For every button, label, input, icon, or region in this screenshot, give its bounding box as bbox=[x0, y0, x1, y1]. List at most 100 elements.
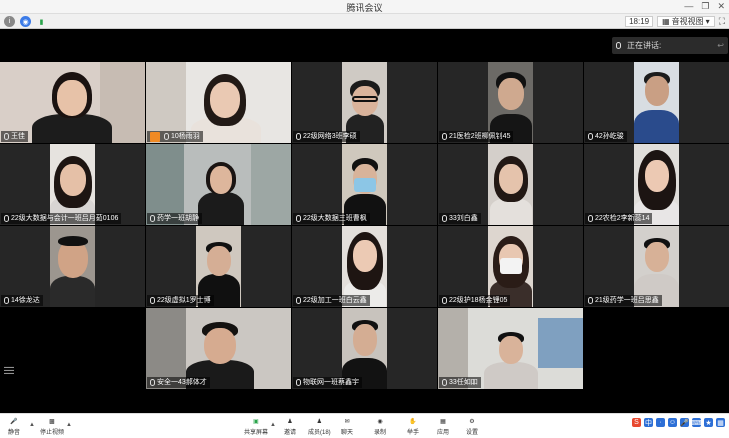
participant-label: 22级虚拟1罗士博 bbox=[147, 295, 214, 306]
info-icon[interactable]: i bbox=[4, 16, 15, 27]
participant-label: 22级大数据三班曹枫 bbox=[293, 213, 370, 224]
participant-name: 21级药学一班吕思鑫 bbox=[595, 297, 659, 304]
share-label: 共享屏幕 bbox=[244, 430, 269, 436]
microphone-icon bbox=[442, 133, 447, 140]
participant-name: 14徐龙达 bbox=[11, 297, 40, 304]
participant-name: 物联网一班蔡鑫宇 bbox=[303, 379, 359, 386]
gear-icon: ⚙ bbox=[469, 419, 475, 425]
participant-label: 21级药学一班吕思鑫 bbox=[585, 295, 662, 306]
skin-icon[interactable]: ★ bbox=[704, 418, 713, 427]
participant-name: 21医检2班柳佩钊45 bbox=[449, 133, 511, 140]
participant-list-icon[interactable]: — — — bbox=[4, 363, 14, 379]
members-button[interactable]: ♟ 成员(18) bbox=[308, 416, 331, 436]
video-tile[interactable]: 22级大数据三班曹枫 bbox=[292, 144, 437, 225]
restore-icon[interactable]: ❐ bbox=[701, 1, 709, 12]
system-tray: S 中 · ☺ 🎤 ⌨ ★ ▦ bbox=[632, 418, 725, 427]
microphone-icon bbox=[442, 215, 447, 222]
video-tile[interactable]: 33任如吅 bbox=[438, 308, 583, 389]
chevron-down-icon: ▾ bbox=[705, 16, 710, 26]
video-tile[interactable]: 21级药学一班吕思鑫 bbox=[584, 226, 729, 307]
video-tile[interactable]: 22级护18杨金锂05 bbox=[438, 226, 583, 307]
video-tile[interactable]: 22级网络3班李硕 bbox=[292, 62, 437, 143]
video-tile[interactable]: 33刘白鑫 bbox=[438, 144, 583, 225]
record-button[interactable]: ◉ 录制 bbox=[374, 416, 386, 436]
video-tile[interactable]: 22农检2李新蕊14 bbox=[584, 144, 729, 225]
participant-label: 安全一43郝体才 bbox=[147, 377, 210, 388]
microphone-icon bbox=[296, 133, 301, 140]
toolbox-icon[interactable]: ▦ bbox=[716, 418, 725, 427]
participant-label: 22级加工一班白云鑫 bbox=[293, 295, 370, 306]
participant-label: 22级护18杨金锂05 bbox=[439, 295, 511, 306]
chat-icon: ✉ bbox=[344, 419, 350, 425]
invite-button[interactable]: ♟ 邀请 bbox=[284, 416, 296, 436]
video-tile[interactable]: 物联网一班蔡鑫宇 bbox=[292, 308, 437, 389]
ime-mode-icon[interactable]: 中 bbox=[644, 418, 653, 427]
view-mode-button[interactable]: ▦ 音视视图 ▾ bbox=[657, 16, 715, 27]
video-label: 停止视频 bbox=[40, 430, 65, 436]
fullscreen-icon[interactable]: ⛶ bbox=[719, 16, 725, 27]
chevron-up-icon[interactable]: ▲ bbox=[29, 422, 35, 428]
voice-input-icon[interactable]: 🎤 bbox=[680, 418, 689, 427]
video-tile[interactable]: 22级虚拟1罗士博 bbox=[146, 226, 291, 307]
shield-icon[interactable]: ◉ bbox=[20, 16, 31, 27]
video-tile[interactable]: 22级加工一班白云鑫 bbox=[292, 226, 437, 307]
chat-label: 聊天 bbox=[341, 430, 354, 436]
video-button[interactable]: ▩ 停止视频 bbox=[40, 416, 64, 436]
mute-button[interactable]: 🎤 静音 bbox=[8, 416, 20, 436]
participant-name: 安全一43郝体才 bbox=[157, 379, 207, 386]
window-controls: — ❐ ✕ bbox=[684, 1, 725, 12]
sogou-ime-icon[interactable]: S bbox=[632, 418, 641, 427]
control-bar: 🎤 静音 ▲ ▩ 停止视频 ▲ ▣ 共享屏幕 ▲ ♟ 邀请 ♟ 成员(18) ✉… bbox=[0, 413, 729, 438]
video-tile[interactable]: 14徐龙达 bbox=[0, 226, 145, 307]
meeting-toolbar: i ◉ ▮ 18:19 ▦ 音视视图 ▾ ⛶ bbox=[0, 14, 729, 29]
record-icon: ◉ bbox=[377, 419, 383, 425]
settings-label: 设置 bbox=[466, 430, 479, 436]
video-tile[interactable]: 10杨雨羽 bbox=[146, 62, 291, 143]
apps-button[interactable]: ▦ 应用 bbox=[437, 416, 449, 436]
settings-button[interactable]: ⚙ 设置 bbox=[466, 416, 478, 436]
video-tile[interactable]: 22级大数据与会计一班吕月茹0106 bbox=[0, 144, 145, 225]
minimize-icon[interactable]: — bbox=[684, 1, 693, 12]
video-tile[interactable]: 王佳 bbox=[0, 62, 145, 143]
video-tile[interactable]: 42孙屹骏 bbox=[584, 62, 729, 143]
participant-label: 14徐龙达 bbox=[1, 295, 43, 306]
hand-icon: ✋ bbox=[409, 419, 417, 425]
video-tile[interactable]: 药学一班胡静 bbox=[146, 144, 291, 225]
microphone-icon bbox=[588, 215, 593, 222]
chat-button[interactable]: ✉ 聊天 bbox=[341, 416, 353, 436]
signal-icon[interactable]: ▮ bbox=[36, 16, 47, 27]
video-tile[interactable]: 安全一43郝体才 bbox=[146, 308, 291, 389]
participant-name: 王佳 bbox=[11, 133, 25, 140]
video-tile[interactable]: 21医检2班柳佩钊45 bbox=[438, 62, 583, 143]
title-bar: 腾讯会议 — ❐ ✕ bbox=[0, 0, 729, 14]
chevron-up-icon[interactable]: ▲ bbox=[66, 422, 72, 428]
chevron-up-icon[interactable]: ▲ bbox=[270, 422, 276, 428]
microphone-icon bbox=[150, 215, 155, 222]
microphone-icon: 🎤 bbox=[10, 419, 18, 425]
view-mode-label: 音视视图 bbox=[671, 16, 704, 26]
participant-name: 药学一班胡静 bbox=[157, 215, 199, 222]
add-user-icon: ♟ bbox=[287, 419, 293, 425]
participant-name: 33刘白鑫 bbox=[449, 215, 478, 222]
participant-name: 22级网络3班李硕 bbox=[303, 133, 357, 140]
emoji-icon[interactable]: ☺ bbox=[668, 418, 677, 427]
video-grid: 王佳 10杨雨羽 22级网络3班李硕 21医检2班柳佩钊45 42孙屹骏 22级… bbox=[0, 62, 729, 390]
raise-hand-button[interactable]: ✋ 举手 bbox=[407, 416, 419, 436]
participant-name: 22级护18杨金锂05 bbox=[449, 297, 508, 304]
collapse-icon[interactable]: ↩ bbox=[717, 41, 724, 50]
raise-hand-label: 举手 bbox=[407, 430, 420, 436]
users-icon: ♟ bbox=[316, 419, 323, 425]
participant-name: 22级加工一班白云鑫 bbox=[303, 297, 367, 304]
mute-label: 静音 bbox=[8, 430, 21, 436]
microphone-icon bbox=[296, 215, 301, 222]
share-screen-button[interactable]: ▣ 共享屏幕 bbox=[244, 416, 268, 436]
participant-name: 22级大数据三班曹枫 bbox=[303, 215, 367, 222]
members-label: 成员(18) bbox=[308, 430, 331, 436]
microphone-icon bbox=[4, 133, 9, 140]
camera-icon: ▩ bbox=[49, 419, 55, 425]
keyboard-icon[interactable]: ⌨ bbox=[691, 418, 702, 427]
punctuation-icon[interactable]: · bbox=[656, 418, 665, 427]
close-icon[interactable]: ✕ bbox=[717, 1, 725, 12]
microphone-icon bbox=[588, 297, 593, 304]
participant-name: 10杨雨羽 bbox=[171, 133, 200, 140]
